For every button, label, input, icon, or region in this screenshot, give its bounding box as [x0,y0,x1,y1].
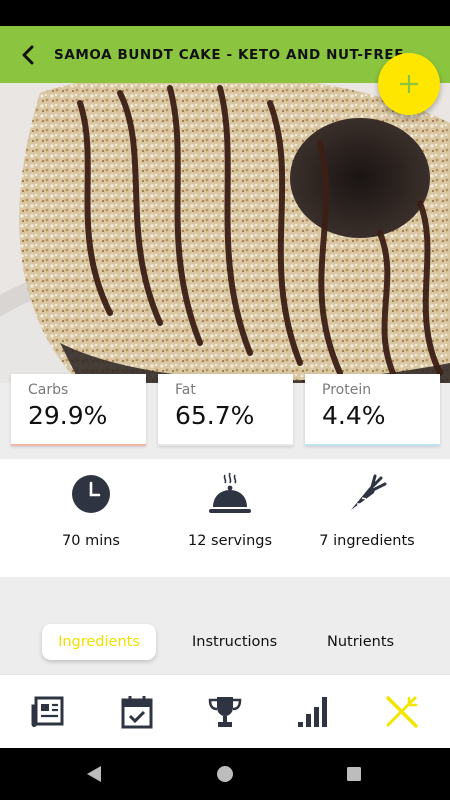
protein-card: Protein 4.4% [305,374,440,446]
stat-ingredients-text: 7 ingredients [319,533,415,549]
fork-knife-icon [386,696,418,728]
triangle-back-icon [87,766,101,782]
protein-value: 4.4% [322,401,386,430]
nav-calendar[interactable] [92,675,182,749]
bottom-navigation [0,674,450,749]
system-navigation-bar [0,748,450,800]
recipe-hero-image [0,83,450,383]
recipe-stats: 70 mins 12 servings 7 ingredients [0,459,450,577]
fat-value: 65.7% [175,401,255,430]
system-recents-button[interactable] [324,748,384,800]
clock-icon [72,475,110,513]
carbs-accent-bar [11,444,146,446]
stat-time-text: 70 mins [62,533,120,549]
nav-recipes[interactable] [357,675,447,749]
carbs-card: Carbs 29.9% [11,374,146,446]
fat-accent-bar [158,444,293,446]
bar-chart-icon [298,697,327,727]
carrot-icon [351,474,387,510]
stat-time: 70 mins [16,459,166,577]
circle-home-icon [217,766,233,782]
chevron-left-icon [22,45,34,64]
calendar-check-icon [121,696,153,729]
protein-label: Protein [322,382,372,398]
nav-achievements[interactable] [180,675,270,749]
nav-news[interactable] [3,675,93,749]
system-home-button[interactable] [195,748,255,800]
news-icon [31,696,64,727]
status-bar [0,0,450,26]
fat-card: Fat 65.7% [158,374,293,446]
plus-icon [400,75,418,93]
square-recents-icon [347,767,361,781]
serving-cloche-icon [209,472,251,513]
tab-instructions[interactable]: Instructions [192,624,277,660]
stat-servings: 12 servings [155,459,305,577]
page-title: SAMOA BUNDT CAKE - KETO AND NUT-FREE [54,46,405,63]
carbs-value: 29.9% [28,401,108,430]
stat-servings-text: 12 servings [187,533,273,549]
back-button[interactable] [4,26,52,83]
fat-label: Fat [175,382,196,398]
add-button[interactable] [378,53,440,115]
stat-ingredients: 7 ingredients [292,459,442,577]
carbs-label: Carbs [28,382,69,398]
protein-accent-bar [305,444,440,446]
system-back-button[interactable] [64,748,124,800]
tab-nutrients[interactable]: Nutrients [327,624,394,660]
tab-ingredients[interactable]: Ingredients [42,624,156,660]
nav-stats[interactable] [268,675,358,749]
trophy-icon [208,697,242,727]
